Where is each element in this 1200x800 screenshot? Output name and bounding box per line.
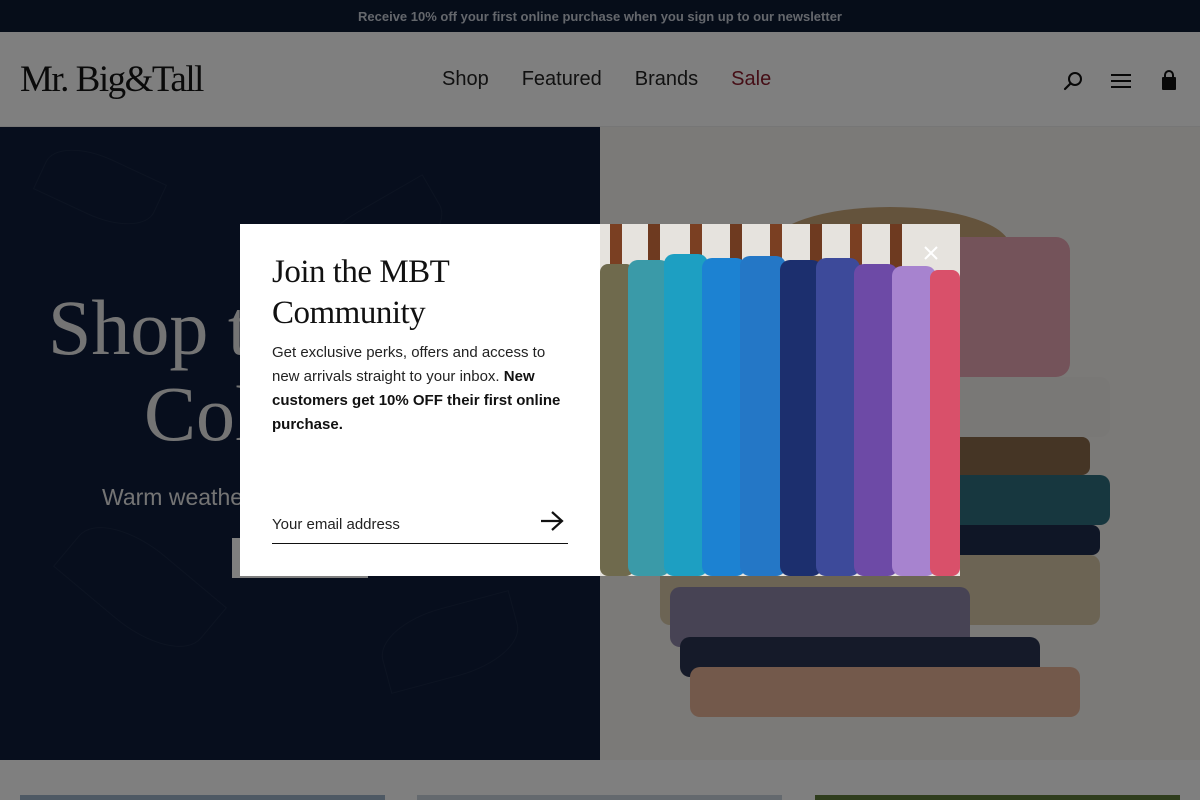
email-field[interactable] [272, 512, 522, 536]
close-button[interactable] [918, 240, 944, 266]
submit-arrow-button[interactable] [538, 507, 566, 535]
email-field-wrapper [272, 504, 568, 544]
sweaters-on-rack-image [600, 224, 960, 576]
modal-content: Join the MBT Community Get exclusive per… [240, 224, 600, 576]
modal-description: Get exclusive perks, offers and access t… [272, 341, 572, 437]
modal-title: Join the MBT Community [272, 252, 450, 334]
arrow-right-icon [541, 511, 564, 531]
newsletter-modal: Join the MBT Community Get exclusive per… [240, 224, 960, 576]
modal-title-line1: Join the MBT [272, 254, 450, 290]
modal-title-line2: Community [272, 295, 426, 331]
close-icon [924, 246, 938, 260]
modal-image [600, 224, 960, 576]
